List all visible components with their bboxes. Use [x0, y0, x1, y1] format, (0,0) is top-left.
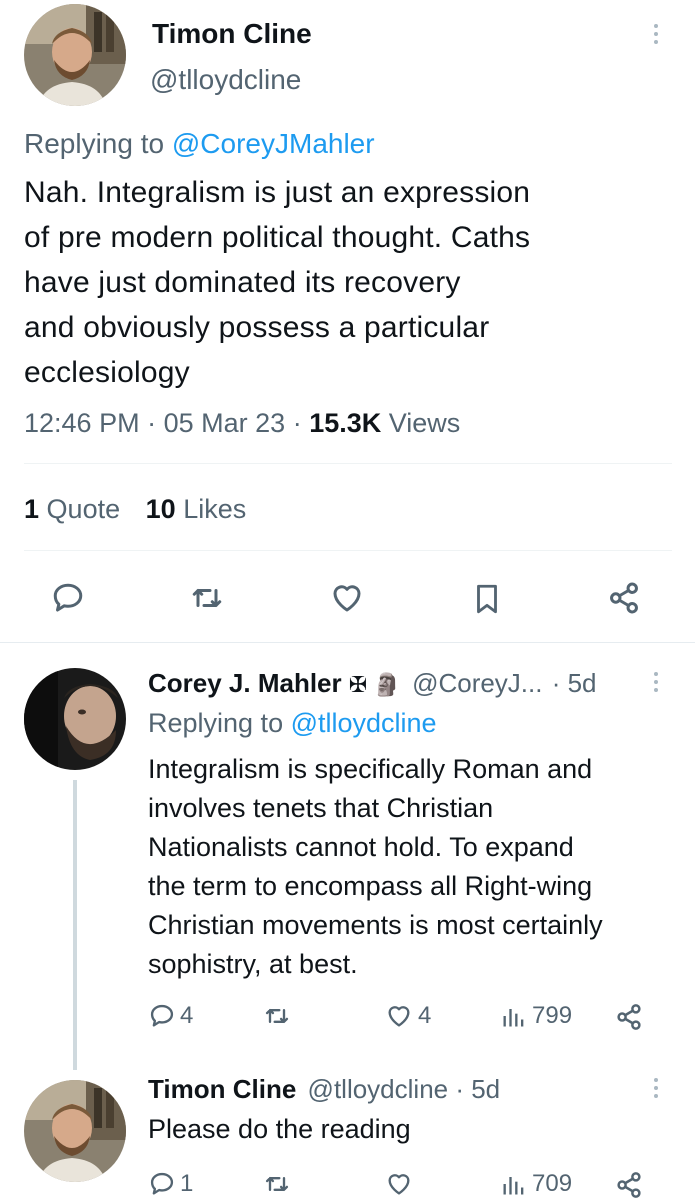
views-icon	[503, 1009, 524, 1027]
likes-label: Likes	[183, 494, 247, 524]
main-text-line: ecclesiology	[24, 356, 190, 389]
reply1-name-emoji: ✠ 🗿	[348, 672, 401, 697]
share-button[interactable]	[606, 580, 642, 616]
reply-icon	[150, 1172, 174, 1195]
retweet-icon	[265, 1009, 289, 1023]
replying-to-link[interactable]: @CoreyJMahler	[172, 128, 375, 159]
avatar-corey-mahler[interactable]	[24, 668, 126, 770]
main-meta: 12:46 PM · 05 Mar 23 · 15.3K Views	[24, 408, 461, 438]
reply1-text: Integralism is specifically Roman and in…	[148, 750, 688, 984]
main-text-line: of pre modern political thought. Caths	[24, 221, 531, 254]
reply2-views-button[interactable]: 709	[500, 1170, 572, 1198]
retweet-icon	[192, 589, 222, 607]
likes-count: 10	[145, 494, 176, 524]
replying-prefix: Replying to	[148, 708, 284, 738]
more-options-icon[interactable]	[652, 1078, 660, 1098]
replying-to-link[interactable]: @tlloydcline	[291, 708, 437, 738]
reply1-replying-line: Replying to @tlloydcline	[148, 708, 437, 739]
reply-icon	[150, 1004, 174, 1027]
reply-icon	[53, 583, 83, 612]
reply1-text-line: Christian movements is most certainly	[148, 910, 603, 940]
main-handle[interactable]: @tlloydcline	[150, 64, 301, 96]
reply1-like-button[interactable]: 4	[384, 1002, 431, 1030]
share-icon	[610, 582, 638, 614]
main-text-line: Nah. Integralism is just an expression	[24, 176, 531, 209]
bookmark-button[interactable]	[470, 580, 504, 618]
view-count: 709	[532, 1170, 573, 1197]
reply2-like-button[interactable]	[384, 1170, 418, 1198]
reply-count: 1	[180, 1170, 194, 1197]
quote-label: Quote	[46, 494, 121, 524]
reply1-header: Corey J. Mahler ✠ 🗿 @CoreyJ... · 5d	[148, 668, 597, 699]
reply1-share-button[interactable]	[614, 1002, 644, 1032]
retweet-icon	[265, 1177, 289, 1191]
reply1-age[interactable]: · 5d	[552, 668, 597, 698]
reply1-text-line: Integralism is specifically Roman and	[148, 754, 593, 784]
retweet-button[interactable]	[188, 580, 226, 616]
more-options-icon[interactable]	[652, 672, 660, 692]
like-count: 4	[418, 1002, 432, 1029]
more-options-icon[interactable]	[652, 24, 660, 44]
bookmark-icon	[477, 584, 497, 614]
views-count: 15.3K	[309, 408, 382, 438]
reply1-views-button[interactable]: 799	[500, 1002, 572, 1030]
divider	[24, 550, 672, 551]
like-icon	[333, 585, 361, 612]
reply1-handle[interactable]: @CoreyJ...	[412, 668, 542, 698]
like-icon	[388, 1006, 410, 1027]
quote-stat[interactable]: 1 Quote	[24, 494, 128, 524]
quote-count: 1	[24, 494, 40, 524]
tweet-date[interactable]: 05 Mar 23	[164, 408, 286, 438]
reply1-reply-button[interactable]: 4	[148, 1002, 193, 1030]
replying-prefix: Replying to	[24, 128, 165, 159]
reply2-text: Please do the reading	[148, 1114, 411, 1144]
divider	[0, 642, 695, 643]
thread-line	[73, 780, 77, 1070]
avatar-timon-cline[interactable]	[24, 4, 126, 106]
reply2-retweet-button[interactable]	[262, 1170, 296, 1198]
engagement-stats: 1 Quote 10 Likes	[24, 494, 246, 525]
reply1-text-line: involves tenets that Christian	[148, 793, 494, 823]
views-icon	[503, 1177, 524, 1195]
reply2-age[interactable]: · 5d	[455, 1074, 500, 1104]
divider	[24, 463, 672, 464]
reply2-reply-button[interactable]: 1	[148, 1170, 193, 1198]
avatar-timon-cline[interactable]	[24, 1080, 126, 1182]
reply1-retweet-button[interactable]	[262, 1002, 296, 1030]
main-text-line: have just dominated its recovery	[24, 266, 461, 299]
reply2-display-name[interactable]: Timon Cline	[148, 1074, 296, 1104]
like-icon	[388, 1174, 410, 1195]
reply-count: 4	[180, 1002, 194, 1029]
reply2-share-button[interactable]	[614, 1170, 644, 1200]
view-count: 799	[532, 1002, 573, 1029]
share-icon	[617, 1004, 641, 1030]
reply1-text-line: Nationalists cannot hold. To expand	[148, 832, 574, 862]
main-text-line: and obviously possess a particular	[24, 311, 490, 344]
main-display-name[interactable]: Timon Cline	[152, 18, 312, 50]
reply2-handle[interactable]: @tlloydcline	[308, 1074, 449, 1104]
reply2-header: Timon Cline @tlloydcline · 5d	[148, 1074, 500, 1105]
reply1-text-line: the term to encompass all Right-wing	[148, 871, 593, 901]
tweet-time[interactable]: 12:46 PM	[24, 408, 140, 438]
views-label: Views	[388, 408, 461, 438]
reply1-display-name[interactable]: Corey J. Mahler	[148, 668, 342, 698]
reply-button[interactable]	[50, 580, 86, 616]
likes-stat[interactable]: 10 Likes	[146, 494, 247, 524]
share-icon	[617, 1172, 641, 1198]
like-button[interactable]	[328, 580, 366, 616]
reply1-text-line: sophistry, at best.	[148, 949, 358, 979]
main-tweet-text: Nah. Integralism is just an expression o…	[24, 170, 684, 395]
main-replying-line: Replying to @CoreyJMahler	[24, 128, 375, 160]
